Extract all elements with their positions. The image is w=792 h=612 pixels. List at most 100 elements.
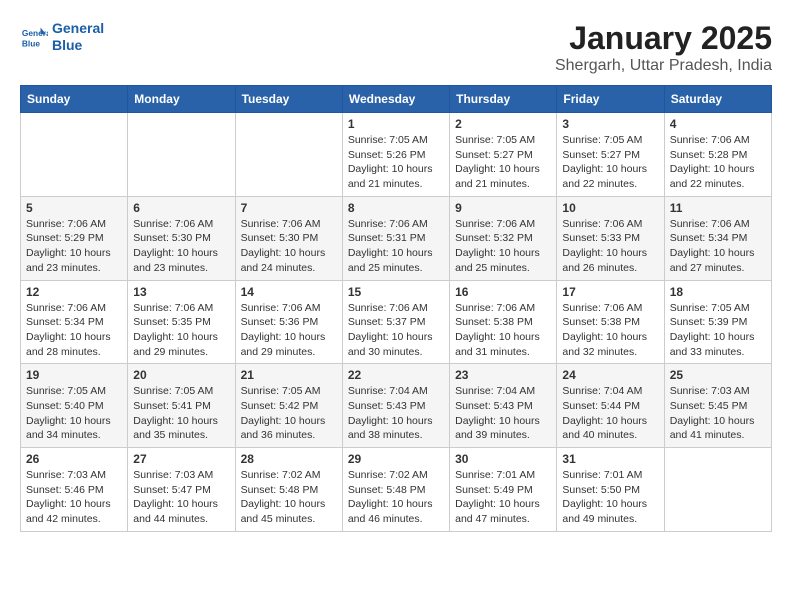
calendar-cell: 31 Sunrise: 7:01 AM Sunset: 5:50 PM Dayli… bbox=[557, 448, 664, 532]
calendar-cell: 21 Sunrise: 7:05 AM Sunset: 5:42 PM Dayli… bbox=[235, 364, 342, 448]
calendar-cell: 26Sunrise: 7:03 AM Sunset: 5:46 PM Dayli… bbox=[21, 448, 128, 532]
calendar-cell bbox=[21, 113, 128, 197]
logo-line1: General bbox=[52, 20, 104, 36]
day-number: 14 bbox=[241, 285, 337, 299]
day-info: Sunrise: 7:03 AM Sunset: 5:47 PM Dayligh… bbox=[133, 468, 229, 527]
day-number: 3 bbox=[562, 117, 658, 131]
week-row-1: 1 Sunrise: 7:05 AM Sunset: 5:26 PM Daylig… bbox=[21, 113, 772, 197]
calendar-cell: 18 Sunrise: 7:05 AM Sunset: 5:39 PM Dayli… bbox=[664, 280, 771, 364]
calendar-cell: 16 Sunrise: 7:06 AM Sunset: 5:38 PM Dayli… bbox=[450, 280, 557, 364]
day-info: Sunrise: 7:06 AM Sunset: 5:33 PM Dayligh… bbox=[562, 217, 658, 276]
week-row-2: 5 Sunrise: 7:06 AM Sunset: 5:29 PM Daylig… bbox=[21, 196, 772, 280]
day-number: 20 bbox=[133, 368, 229, 382]
day-info: Sunrise: 7:05 AM Sunset: 5:42 PM Dayligh… bbox=[241, 384, 337, 443]
day-number: 13 bbox=[133, 285, 229, 299]
logo-icon: General Blue bbox=[20, 23, 48, 51]
day-number: 5 bbox=[26, 201, 122, 215]
day-number: 8 bbox=[348, 201, 444, 215]
day-info: Sunrise: 7:01 AM Sunset: 5:49 PM Dayligh… bbox=[455, 468, 551, 527]
day-number: 30 bbox=[455, 452, 551, 466]
calendar-cell bbox=[235, 113, 342, 197]
col-header-thursday: Thursday bbox=[450, 86, 557, 113]
day-number: 11 bbox=[670, 201, 766, 215]
day-number: 4 bbox=[670, 117, 766, 131]
week-row-3: 12 Sunrise: 7:06 AM Sunset: 5:34 PM Dayli… bbox=[21, 280, 772, 364]
day-info: Sunrise: 7:06 AM Sunset: 5:30 PM Dayligh… bbox=[133, 217, 229, 276]
day-info: Sunrise: 7:05 AM Sunset: 5:27 PM Dayligh… bbox=[562, 133, 658, 192]
calendar-cell: 23 Sunrise: 7:04 AM Sunset: 5:43 PM Dayli… bbox=[450, 364, 557, 448]
day-info: Sunrise: 7:06 AM Sunset: 5:38 PM Dayligh… bbox=[562, 301, 658, 360]
calendar-cell: 6 Sunrise: 7:06 AM Sunset: 5:30 PM Daylig… bbox=[128, 196, 235, 280]
day-number: 7 bbox=[241, 201, 337, 215]
day-info: Sunrise: 7:06 AM Sunset: 5:38 PM Dayligh… bbox=[455, 301, 551, 360]
logo-text: General Blue bbox=[52, 20, 104, 54]
col-header-sunday: Sunday bbox=[21, 86, 128, 113]
day-info: Sunrise: 7:02 AM Sunset: 5:48 PM Dayligh… bbox=[241, 468, 337, 527]
day-info: Sunrise: 7:03 AM Sunset: 5:45 PM Dayligh… bbox=[670, 384, 766, 443]
logo: General Blue General Blue bbox=[20, 20, 104, 54]
calendar-title: January 2025 bbox=[555, 20, 772, 57]
day-info: Sunrise: 7:05 AM Sunset: 5:26 PM Dayligh… bbox=[348, 133, 444, 192]
day-number: 27 bbox=[133, 452, 229, 466]
day-info: Sunrise: 7:06 AM Sunset: 5:34 PM Dayligh… bbox=[26, 301, 122, 360]
week-row-5: 26Sunrise: 7:03 AM Sunset: 5:46 PM Dayli… bbox=[21, 448, 772, 532]
calendar-cell: 20Sunrise: 7:05 AM Sunset: 5:41 PM Dayli… bbox=[128, 364, 235, 448]
col-header-monday: Monday bbox=[128, 86, 235, 113]
logo-line2: Blue bbox=[52, 37, 82, 53]
calendar-cell: 25Sunrise: 7:03 AM Sunset: 5:45 PM Dayli… bbox=[664, 364, 771, 448]
day-info: Sunrise: 7:04 AM Sunset: 5:43 PM Dayligh… bbox=[455, 384, 551, 443]
day-number: 12 bbox=[26, 285, 122, 299]
day-info: Sunrise: 7:04 AM Sunset: 5:44 PM Dayligh… bbox=[562, 384, 658, 443]
calendar-cell: 24Sunrise: 7:04 AM Sunset: 5:44 PM Dayli… bbox=[557, 364, 664, 448]
calendar-cell bbox=[664, 448, 771, 532]
day-number: 16 bbox=[455, 285, 551, 299]
day-number: 22 bbox=[348, 368, 444, 382]
calendar-cell: 12 Sunrise: 7:06 AM Sunset: 5:34 PM Dayli… bbox=[21, 280, 128, 364]
calendar-cell: 27 Sunrise: 7:03 AM Sunset: 5:47 PM Dayli… bbox=[128, 448, 235, 532]
day-info: Sunrise: 7:02 AM Sunset: 5:48 PM Dayligh… bbox=[348, 468, 444, 527]
calendar-cell: 9 Sunrise: 7:06 AM Sunset: 5:32 PM Daylig… bbox=[450, 196, 557, 280]
day-number: 23 bbox=[455, 368, 551, 382]
day-info: Sunrise: 7:05 AM Sunset: 5:40 PM Dayligh… bbox=[26, 384, 122, 443]
calendar-cell: 5 Sunrise: 7:06 AM Sunset: 5:29 PM Daylig… bbox=[21, 196, 128, 280]
day-number: 28 bbox=[241, 452, 337, 466]
day-number: 2 bbox=[455, 117, 551, 131]
calendar-cell: 7Sunrise: 7:06 AM Sunset: 5:30 PM Daylig… bbox=[235, 196, 342, 280]
calendar-cell: 14Sunrise: 7:06 AM Sunset: 5:36 PM Dayli… bbox=[235, 280, 342, 364]
day-number: 10 bbox=[562, 201, 658, 215]
col-header-wednesday: Wednesday bbox=[342, 86, 449, 113]
calendar-cell: 1 Sunrise: 7:05 AM Sunset: 5:26 PM Daylig… bbox=[342, 113, 449, 197]
calendar-cell: 15Sunrise: 7:06 AM Sunset: 5:37 PM Dayli… bbox=[342, 280, 449, 364]
day-info: Sunrise: 7:06 AM Sunset: 5:32 PM Dayligh… bbox=[455, 217, 551, 276]
day-info: Sunrise: 7:01 AM Sunset: 5:50 PM Dayligh… bbox=[562, 468, 658, 527]
day-info: Sunrise: 7:06 AM Sunset: 5:29 PM Dayligh… bbox=[26, 217, 122, 276]
day-number: 9 bbox=[455, 201, 551, 215]
calendar-cell: 19Sunrise: 7:05 AM Sunset: 5:40 PM Dayli… bbox=[21, 364, 128, 448]
calendar-subtitle: Shergarh, Uttar Pradesh, India bbox=[555, 57, 772, 75]
day-number: 18 bbox=[670, 285, 766, 299]
page-header: General Blue General Blue January 2025 S… bbox=[20, 20, 772, 75]
calendar-cell: 8 Sunrise: 7:06 AM Sunset: 5:31 PM Daylig… bbox=[342, 196, 449, 280]
day-number: 17 bbox=[562, 285, 658, 299]
col-header-tuesday: Tuesday bbox=[235, 86, 342, 113]
day-number: 29 bbox=[348, 452, 444, 466]
day-number: 31 bbox=[562, 452, 658, 466]
calendar-cell bbox=[128, 113, 235, 197]
calendar-cell: 11 Sunrise: 7:06 AM Sunset: 5:34 PM Dayli… bbox=[664, 196, 771, 280]
calendar-table: SundayMondayTuesdayWednesdayThursdayFrid… bbox=[20, 85, 772, 532]
day-number: 21 bbox=[241, 368, 337, 382]
day-number: 1 bbox=[348, 117, 444, 131]
calendar-cell: 3 Sunrise: 7:05 AM Sunset: 5:27 PM Daylig… bbox=[557, 113, 664, 197]
day-number: 6 bbox=[133, 201, 229, 215]
calendar-cell: 29 Sunrise: 7:02 AM Sunset: 5:48 PM Dayli… bbox=[342, 448, 449, 532]
day-info: Sunrise: 7:04 AM Sunset: 5:43 PM Dayligh… bbox=[348, 384, 444, 443]
day-info: Sunrise: 7:05 AM Sunset: 5:39 PM Dayligh… bbox=[670, 301, 766, 360]
svg-text:Blue: Blue bbox=[22, 38, 40, 48]
day-number: 26 bbox=[26, 452, 122, 466]
calendar-cell: 17 Sunrise: 7:06 AM Sunset: 5:38 PM Dayli… bbox=[557, 280, 664, 364]
week-row-4: 19Sunrise: 7:05 AM Sunset: 5:40 PM Dayli… bbox=[21, 364, 772, 448]
day-info: Sunrise: 7:06 AM Sunset: 5:31 PM Dayligh… bbox=[348, 217, 444, 276]
day-info: Sunrise: 7:06 AM Sunset: 5:34 PM Dayligh… bbox=[670, 217, 766, 276]
day-info: Sunrise: 7:06 AM Sunset: 5:37 PM Dayligh… bbox=[348, 301, 444, 360]
col-header-saturday: Saturday bbox=[664, 86, 771, 113]
